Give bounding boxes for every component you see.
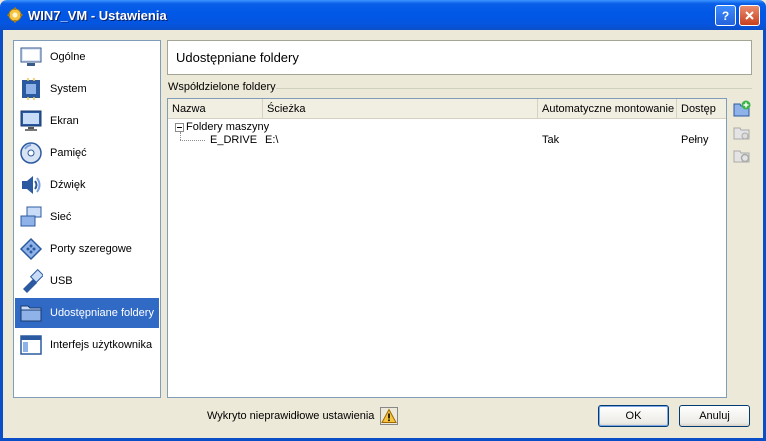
monitor-general-icon — [20, 47, 42, 66]
sidebar-item-user-interface[interactable]: Interfejs użytkownika — [15, 330, 159, 360]
column-header-access[interactable]: Dostęp — [677, 99, 726, 119]
title-bar[interactable]: WIN7_VM - Ustawienia ? — [0, 0, 766, 30]
collapse-toggle[interactable] — [175, 123, 184, 132]
settings-sidebar: Ogólne System Ekran Pamięć Dźwięk Sieć P… — [13, 40, 161, 398]
close-button[interactable] — [739, 5, 760, 26]
add-folder-icon[interactable] — [733, 100, 751, 118]
cancel-button[interactable]: Anuluj — [679, 405, 750, 427]
sidebar-item-label: Udostępniane foldery — [50, 307, 154, 319]
ok-button[interactable]: OK — [598, 405, 669, 427]
table-header: Nazwa Ścieżka Automatyczne montowanie Do… — [168, 99, 726, 119]
user-interface-icon — [20, 335, 42, 355]
chip-icon — [22, 78, 40, 100]
storage-disc-icon — [20, 142, 42, 164]
table-row-auto-mount[interactable]: Tak — [542, 134, 559, 146]
sidebar-item-serial-ports[interactable]: Porty szeregowe — [15, 234, 159, 264]
sidebar-item-label: Ekran — [50, 115, 79, 127]
svg-text:?: ? — [722, 9, 729, 22]
sidebar-item-general[interactable]: Ogólne — [15, 42, 159, 72]
usb-icon — [23, 269, 43, 293]
remove-folder-icon[interactable] — [733, 146, 751, 164]
table-row-access[interactable]: Pełny — [681, 134, 709, 146]
column-header-auto-mount[interactable]: Automatyczne montowanie — [538, 99, 677, 119]
help-icon: ? — [722, 9, 729, 22]
warning-icon[interactable] — [380, 407, 398, 425]
tree-line — [180, 140, 205, 141]
sidebar-item-label: Ogólne — [50, 51, 86, 63]
sidebar-item-usb[interactable]: USB — [15, 266, 159, 296]
serial-port-icon — [19, 237, 43, 261]
shared-folder-icon — [20, 305, 42, 322]
tree-group-machine-folders[interactable]: Foldery maszyny — [186, 121, 269, 133]
sidebar-item-label: System — [50, 83, 87, 95]
group-divider — [276, 88, 752, 89]
sidebar-item-display[interactable]: Ekran — [15, 106, 159, 136]
sidebar-item-label: Porty szeregowe — [50, 243, 132, 255]
group-label: Współdzielone foldery — [168, 81, 276, 93]
sidebar-item-label: USB — [50, 275, 73, 287]
table-row-name[interactable]: E_DRIVE — [210, 134, 257, 146]
sidebar-item-label: Sieć — [50, 211, 72, 223]
column-header-path[interactable]: Ścieżka — [263, 99, 538, 119]
sidebar-item-audio[interactable]: Dźwięk — [15, 170, 159, 200]
table-row-path[interactable]: E:\ — [265, 134, 278, 146]
warning-text: Wykryto nieprawidłowe ustawienia — [207, 410, 375, 422]
sidebar-item-shared-folders[interactable]: Udostępniane foldery — [15, 298, 159, 328]
gear-icon — [7, 7, 23, 23]
page-header: Udostępniane foldery — [167, 40, 752, 75]
edit-folder-icon[interactable] — [733, 123, 751, 141]
sidebar-item-storage[interactable]: Pamięć — [15, 138, 159, 168]
tree-line — [180, 132, 181, 140]
shared-folders-table[interactable]: Nazwa Ścieżka Automatyczne montowanie Do… — [167, 98, 727, 398]
sidebar-item-label: Pamięć — [50, 147, 87, 159]
sidebar-item-system[interactable]: System — [15, 74, 159, 104]
speaker-icon — [22, 176, 41, 194]
display-icon — [20, 110, 42, 131]
sidebar-item-label: Dźwięk — [50, 179, 86, 191]
sidebar-item-label: Interfejs użytkownika — [50, 339, 153, 351]
sidebar-item-network[interactable]: Sieć — [15, 202, 159, 232]
close-icon — [745, 11, 754, 20]
page-title: Udostępniane foldery — [176, 50, 299, 65]
help-button[interactable]: ? — [715, 5, 736, 26]
column-header-name[interactable]: Nazwa — [168, 99, 263, 119]
network-icon — [20, 206, 42, 227]
window-title: WIN7_VM - Ustawienia — [28, 8, 167, 23]
